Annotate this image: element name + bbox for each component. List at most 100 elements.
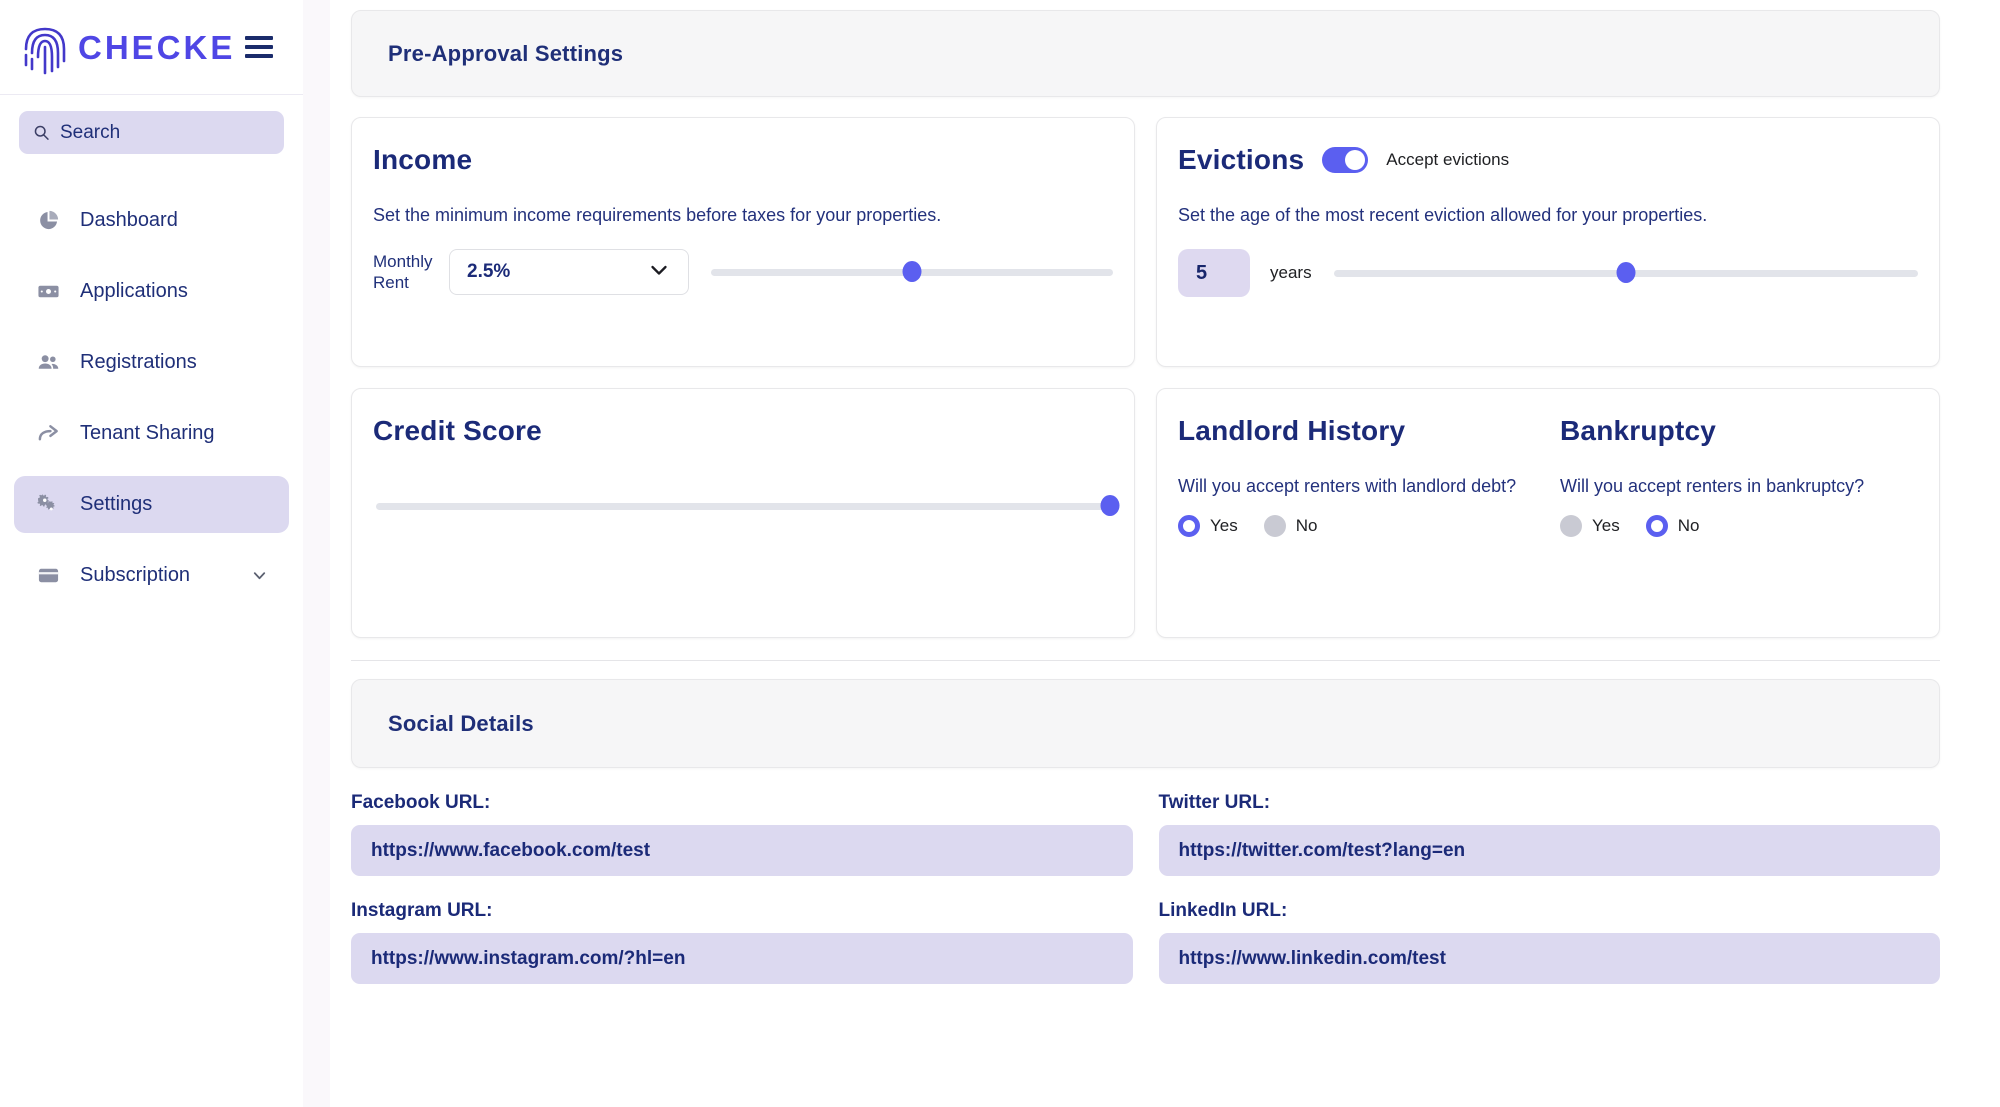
landlord-history-option-no[interactable]: No <box>1263 515 1317 538</box>
evictions-title-row: Evictions Accept evictions <box>1178 144 1918 176</box>
income-control-row: Monthly Rent 2.5% <box>373 249 1113 296</box>
hamburger-bar <box>245 45 274 49</box>
search-placeholder: Search <box>60 121 121 143</box>
gears-icon <box>36 492 61 517</box>
instagram-url-label: Instagram URL: <box>351 900 493 921</box>
linkedin-url-input[interactable]: https://www.linkedin.com/test <box>1158 933 1940 984</box>
share-arrow-icon <box>36 421 61 446</box>
sidebar-item-tenant-sharing[interactable]: Tenant Sharing <box>14 405 289 462</box>
settings-cards-grid: Income Set the minimum income requiremen… <box>351 117 1940 638</box>
sidebar-item-label: Subscription <box>80 564 191 586</box>
evictions-slider[interactable] <box>1333 262 1918 284</box>
facebook-url-input[interactable]: https://www.facebook.com/test <box>351 825 1133 876</box>
radio-indicator <box>1178 515 1200 538</box>
evictions-description: Set the age of the most recent eviction … <box>1178 205 1708 225</box>
wallet-icon <box>36 563 61 588</box>
income-percent-value: 2.5% <box>467 261 511 283</box>
toggle-knob <box>1345 150 1366 170</box>
history-bankruptcy-split: Landlord History Will you accept renters… <box>1178 415 1918 538</box>
brand-name: CHECKE <box>78 28 236 66</box>
facebook-url-value: https://www.facebook.com/test <box>371 839 651 861</box>
sidebar-item-registrations[interactable]: Registrations <box>14 334 289 391</box>
radio-indicator <box>1560 515 1582 538</box>
radio-label: Yes <box>1210 516 1238 536</box>
income-percent-select[interactable]: 2.5% <box>449 249 689 296</box>
history-bankruptcy-card: Landlord History Will you accept renters… <box>1156 388 1940 638</box>
banknote-icon <box>36 279 61 304</box>
eviction-years-input[interactable]: 5 <box>1178 249 1250 298</box>
bankruptcy-radio-group: Yes No <box>1560 515 1918 538</box>
preapproval-section-header: Pre-Approval Settings <box>351 10 1940 97</box>
twitter-url-value: https://twitter.com/test?lang=en <box>1178 839 1466 861</box>
landlord-history-radio-group: Yes No <box>1178 515 1536 538</box>
income-title: Income <box>373 144 473 175</box>
sidebar-item-settings[interactable]: Settings <box>14 476 289 533</box>
eviction-years-unit: years <box>1270 263 1312 283</box>
facebook-url-field: Facebook URL: https://www.facebook.com/t… <box>351 792 1133 900</box>
bankruptcy-option-no[interactable]: No <box>1645 515 1699 538</box>
twitter-url-input[interactable]: https://twitter.com/test?lang=en <box>1158 825 1940 876</box>
layout-gutter <box>303 0 330 1107</box>
credit-score-title: Credit Score <box>373 415 542 446</box>
radio-indicator <box>1263 515 1286 538</box>
app-root: CHECKE Search Dashboard Applications Reg… <box>0 0 2000 1107</box>
hamburger-bar <box>245 36 274 40</box>
section-divider <box>351 660 1940 661</box>
monthly-rent-label: Monthly Rent <box>373 251 433 293</box>
credit-score-slider-thumb[interactable] <box>1100 495 1120 516</box>
page-title: Pre-Approval Settings <box>388 40 624 66</box>
credit-score-slider-wrap <box>373 495 1120 517</box>
search-icon <box>34 125 49 140</box>
pie-chart-icon <box>36 208 61 233</box>
radio-label: Yes <box>1592 516 1620 536</box>
bankruptcy-option-yes[interactable]: Yes <box>1560 515 1620 538</box>
sidebar-item-label: Applications <box>80 280 188 302</box>
brand-header: CHECKE <box>0 0 303 95</box>
social-fields-grid: Facebook URL: https://www.facebook.com/t… <box>351 792 1940 1008</box>
linkedin-url-field: LinkedIn URL: https://www.linkedin.com/t… <box>1158 900 1940 1008</box>
hamburger-menu-icon[interactable] <box>245 36 274 58</box>
main-content: Pre-Approval Settings Income Set the min… <box>330 0 2000 1107</box>
instagram-url-input[interactable]: https://www.instagram.com/?hl=en <box>351 933 1133 984</box>
landlord-history-option-yes[interactable]: Yes <box>1178 515 1238 538</box>
facebook-url-label: Facebook URL: <box>351 792 491 813</box>
credit-score-card: Credit Score <box>351 388 1135 638</box>
income-card: Income Set the minimum income requiremen… <box>351 117 1135 367</box>
evictions-title: Evictions <box>1178 144 1305 175</box>
bankruptcy-block: Bankruptcy Will you accept renters in ba… <box>1560 415 1918 538</box>
income-slider[interactable] <box>711 261 1113 283</box>
income-slider-thumb[interactable] <box>902 261 922 283</box>
sidebar-item-label: Registrations <box>80 351 197 373</box>
evictions-card: Evictions Accept evictions Set the age o… <box>1156 117 1940 367</box>
chevron-down-icon <box>647 258 671 287</box>
radio-indicator <box>1645 515 1668 538</box>
credit-score-slider[interactable] <box>376 495 1120 517</box>
linkedin-url-value: https://www.linkedin.com/test <box>1178 947 1446 969</box>
twitter-url-field: Twitter URL: https://twitter.com/test?la… <box>1158 792 1940 900</box>
sidebar-item-applications[interactable]: Applications <box>14 263 289 320</box>
bankruptcy-question: Will you accept renters in bankruptcy? <box>1560 476 1865 496</box>
search-input[interactable]: Search <box>19 111 284 154</box>
social-details-title: Social Details <box>388 710 534 736</box>
social-section-header: Social Details <box>351 679 1940 768</box>
sidebar-item-subscription[interactable]: Subscription <box>14 547 289 604</box>
chevron-down-icon[interactable] <box>250 566 269 585</box>
evictions-slider-thumb[interactable] <box>1616 262 1636 284</box>
search-container: Search <box>0 95 303 154</box>
accept-evictions-label: Accept evictions <box>1386 150 1510 169</box>
accept-evictions-toggle[interactable] <box>1322 147 1369 173</box>
sidebar-item-label: Settings <box>80 493 153 515</box>
eviction-years-value: 5 <box>1196 261 1208 284</box>
twitter-url-label: Twitter URL: <box>1158 792 1271 813</box>
evictions-control-row: 5 years <box>1178 249 1918 298</box>
landlord-history-title: Landlord History <box>1178 415 1406 446</box>
sidebar: CHECKE Search Dashboard Applications Reg… <box>0 0 303 1107</box>
instagram-url-value: https://www.instagram.com/?hl=en <box>371 947 686 969</box>
landlord-history-block: Landlord History Will you accept renters… <box>1178 415 1536 538</box>
linkedin-url-label: LinkedIn URL: <box>1158 900 1288 921</box>
bankruptcy-title: Bankruptcy <box>1560 415 1717 446</box>
credit-score-slider-track <box>376 503 1110 510</box>
instagram-url-field: Instagram URL: https://www.instagram.com… <box>351 900 1133 1008</box>
sidebar-item-dashboard[interactable]: Dashboard <box>14 192 289 249</box>
sidebar-item-label: Dashboard <box>80 209 178 231</box>
